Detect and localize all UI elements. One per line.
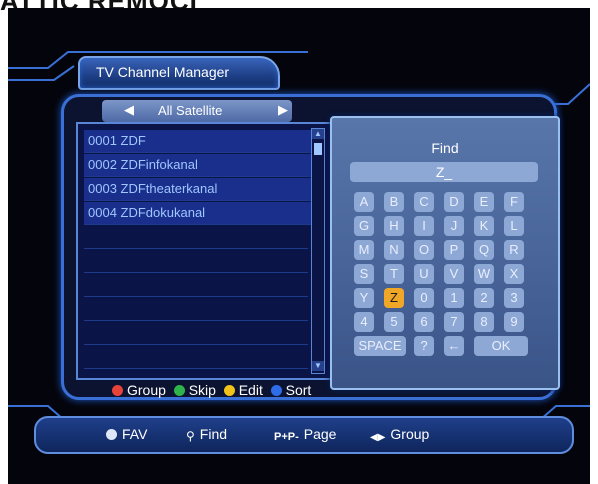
key-k[interactable]: K: [474, 216, 494, 236]
empty-list-row: [84, 298, 308, 321]
question-key[interactable]: ?: [414, 336, 434, 356]
key-y[interactable]: Y: [354, 288, 374, 308]
list-item[interactable]: 0003 ZDFtheaterkanal: [84, 178, 312, 201]
yellow-dot-icon: [223, 385, 235, 396]
window-title-tab: TV Channel Manager: [78, 56, 280, 90]
key-c[interactable]: C: [414, 192, 434, 212]
channel-list[interactable]: 0001 ZDF 0002 ZDFinfokanal 0003 ZDFtheat…: [76, 122, 342, 380]
key-8[interactable]: 8: [474, 312, 494, 332]
key-w[interactable]: W: [474, 264, 494, 284]
fav-button-icon: [106, 429, 117, 440]
window-title: TV Channel Manager: [96, 64, 230, 80]
empty-list-row: [84, 250, 308, 273]
find-title: Find: [431, 140, 459, 156]
key-t[interactable]: T: [384, 264, 404, 284]
key-s[interactable]: S: [354, 264, 374, 284]
key-v[interactable]: V: [444, 264, 464, 284]
find-dialog: Find Z_ ABCDEF GHIJKL MNOPQR STUVWX YZ0123 45…: [330, 116, 560, 390]
key-f[interactable]: F: [504, 192, 524, 212]
key-b[interactable]: B: [384, 192, 404, 212]
key-j[interactable]: J: [444, 216, 464, 236]
scroll-up-icon[interactable]: ▲: [312, 129, 324, 139]
red-dot-icon: [112, 385, 123, 396]
key-7[interactable]: 7: [444, 312, 464, 332]
key-g[interactable]: G: [354, 216, 374, 236]
empty-list-row: [84, 226, 308, 249]
key-m[interactable]: M: [354, 240, 374, 260]
find-hint: ⚲ Find: [186, 426, 228, 443]
key-d[interactable]: D: [444, 192, 464, 212]
green-dot-icon: [173, 385, 185, 396]
legend-group: Group: [127, 382, 166, 398]
blue-dot-icon: [270, 385, 282, 396]
find-input[interactable]: Z_: [350, 162, 538, 182]
list-item[interactable]: 0001 ZDF: [84, 130, 312, 153]
key-i[interactable]: I: [414, 216, 434, 236]
page-icon: P+P-: [274, 431, 299, 443]
key-r[interactable]: R: [504, 240, 524, 260]
key-6[interactable]: 6: [414, 312, 434, 332]
right-arrow-icon[interactable]: ▶: [278, 102, 288, 118]
key-h[interactable]: H: [384, 216, 404, 236]
key-2[interactable]: 2: [474, 288, 494, 308]
key-5[interactable]: 5: [384, 312, 404, 332]
legend-skip: Skip: [188, 382, 216, 398]
list-item[interactable]: 0004 ZDFdokukanal: [84, 202, 312, 225]
key-o[interactable]: O: [414, 240, 434, 260]
key-a[interactable]: A: [354, 192, 374, 212]
key-1[interactable]: 1: [444, 288, 464, 308]
key-4[interactable]: 4: [354, 312, 374, 332]
group-hint: ◀▶ Group: [370, 426, 430, 443]
key-9[interactable]: 9: [504, 312, 524, 332]
satellite-selector[interactable]: ◀ All Satellite ▶: [102, 100, 292, 122]
tv-screen: TV Channel Manager ◀ All Satellite ▶ 000…: [8, 8, 590, 484]
search-icon: ⚲: [186, 429, 195, 443]
scroll-thumb[interactable]: [314, 143, 322, 155]
scroll-down-icon[interactable]: ▼: [312, 361, 324, 371]
legend-edit: Edit: [238, 382, 263, 398]
bottom-help-bar: FAV ⚲ Find P+P- Page ◀▶ Group: [34, 416, 574, 454]
key-p[interactable]: P: [444, 240, 464, 260]
empty-list-row: [84, 322, 308, 345]
left-arrow-icon[interactable]: ◀: [124, 102, 134, 118]
page-hint: P+P- Page: [274, 426, 337, 443]
space-key[interactable]: SPACE: [354, 336, 406, 356]
color-key-legend: Group Skip Edit Sort: [112, 382, 311, 398]
fav-hint: FAV: [106, 426, 147, 442]
backspace-key[interactable]: ←: [444, 336, 464, 356]
key-q[interactable]: Q: [474, 240, 494, 260]
key-e[interactable]: E: [474, 192, 494, 212]
list-item[interactable]: 0002 ZDFinfokanal: [84, 154, 312, 177]
key-3[interactable]: 3: [504, 288, 524, 308]
key-l[interactable]: L: [504, 216, 524, 236]
key-n[interactable]: N: [384, 240, 404, 260]
key-u[interactable]: U: [414, 264, 434, 284]
empty-list-row: [84, 346, 308, 369]
ok-key[interactable]: OK: [474, 336, 528, 356]
key-x[interactable]: X: [504, 264, 524, 284]
legend-sort: Sort: [285, 382, 312, 398]
key-0[interactable]: 0: [414, 288, 434, 308]
satellite-label: All Satellite: [158, 103, 223, 118]
list-scrollbar[interactable]: ▲ ▼: [311, 128, 325, 374]
empty-list-row: [84, 274, 308, 297]
left-right-arrows-icon: ◀▶: [370, 432, 386, 443]
key-z[interactable]: Z: [384, 288, 404, 308]
